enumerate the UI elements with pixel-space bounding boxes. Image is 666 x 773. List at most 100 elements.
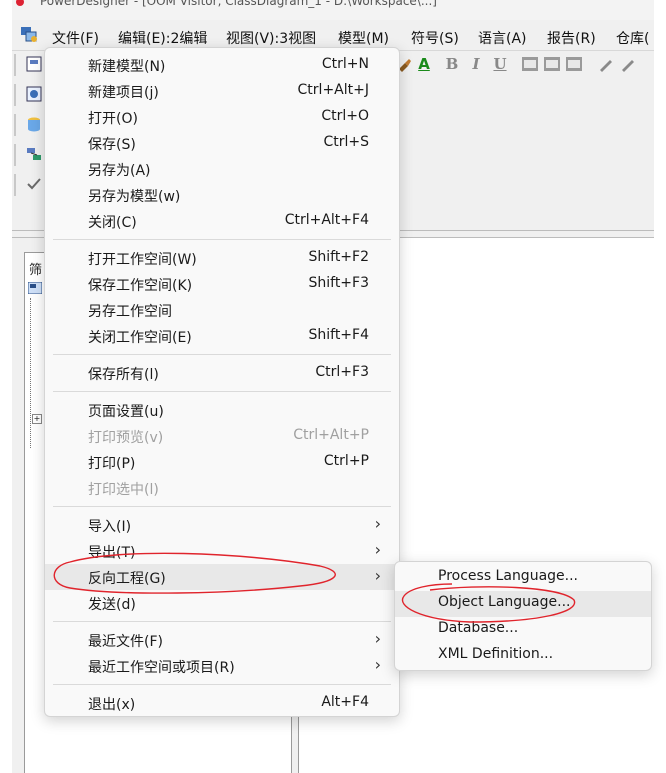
menu-item-open[interactable]: 打开(O) Ctrl+O <box>45 104 399 130</box>
tree-expand-icon[interactable]: + <box>32 414 42 424</box>
menu-separator <box>53 391 391 392</box>
menu-item-send[interactable]: 发送(d) <box>45 590 399 616</box>
italic-button[interactable]: I <box>468 56 484 72</box>
align-left-icon[interactable] <box>522 57 538 71</box>
reverse-engineering-submenu: Process Language... Object Language... D… <box>394 561 652 671</box>
menu-separator <box>53 354 391 355</box>
menu-repository[interactable]: 仓库( <box>616 28 649 48</box>
menu-item-close[interactable]: 关闭(C) Ctrl+Alt+F4 <box>45 208 399 234</box>
menu-item-label: 反向工程(G) <box>88 571 166 587</box>
tree-connector <box>30 298 32 448</box>
menu-item-label: 保存(S) <box>88 137 136 153</box>
align-right-icon[interactable] <box>566 57 582 71</box>
menu-item-label: 关闭(C) <box>88 215 137 231</box>
toolbar-strip <box>14 174 42 196</box>
database-icon[interactable] <box>26 116 42 132</box>
submenu-arrow-icon: › <box>374 540 381 559</box>
format-toolbar: A B I U <box>392 52 654 78</box>
menu-item-reverse-engineering[interactable]: 反向工程(G) › <box>45 564 399 590</box>
submenu-item-label: Process Language... <box>438 568 578 584</box>
menu-item-save-as-model[interactable]: 另存为模型(w) <box>45 182 399 208</box>
menu-item-shortcut: Ctrl+Alt+J <box>297 82 369 98</box>
menu-item-shortcut: Ctrl+N <box>321 56 369 72</box>
menu-separator <box>53 621 391 622</box>
submenu-arrow-icon: › <box>374 566 381 585</box>
menu-item-print[interactable]: 打印(P) Ctrl+P <box>45 449 399 475</box>
menu-item-save[interactable]: 保存(S) Ctrl+S <box>45 130 399 156</box>
app-dot-icon <box>16 0 24 6</box>
menu-item-page-setup[interactable]: 页面设置(u) <box>45 397 399 423</box>
menu-item-label: 打印预览(v) <box>88 430 164 446</box>
menu-item-label: 导出(T) <box>88 545 136 561</box>
menu-file[interactable]: 文件(F) <box>52 28 99 48</box>
menu-item-save-all[interactable]: 保存所有(l) Ctrl+F3 <box>45 360 399 386</box>
menu-item-new-model[interactable]: 新建模型(N) Ctrl+N <box>45 52 399 78</box>
menu-item-save-as[interactable]: 另存为(A) <box>45 156 399 182</box>
toolbar-strip <box>14 54 42 76</box>
underline-button[interactable]: U <box>492 56 508 72</box>
menu-item-shortcut: Shift+F3 <box>308 275 369 291</box>
menu-item-label: 退出(x) <box>88 697 136 713</box>
menu-item-shortcut: Ctrl+S <box>323 134 369 150</box>
palette-icon[interactable] <box>26 56 42 72</box>
menu-item-import[interactable]: 导入(I) › <box>45 512 399 538</box>
bold-button[interactable]: B <box>444 56 460 72</box>
menu-separator <box>53 684 391 685</box>
toolbar-strip <box>14 144 42 166</box>
menu-item-label: 另存为(A) <box>88 163 151 179</box>
toolbar-strip <box>14 114 42 136</box>
menu-report[interactable]: 报告(R) <box>547 28 596 48</box>
menu-item-exit[interactable]: 退出(x) Alt+F4 <box>45 690 399 716</box>
file-menu-dropdown: 新建模型(N) Ctrl+N 新建项目(j) Ctrl+Alt+J 打开(O) Ctr… <box>44 47 400 717</box>
menu-item-label: 导入(I) <box>88 519 132 535</box>
diagram-icon[interactable] <box>26 146 42 162</box>
check-model-icon[interactable] <box>26 176 42 192</box>
menu-item-close-workspace[interactable]: 关闭工作空间(E) Shift+F4 <box>45 323 399 349</box>
menu-item-print-selection: 打印选中(l) <box>45 475 399 501</box>
browser-icon[interactable] <box>26 86 42 102</box>
menu-item-shortcut: Ctrl+P <box>323 453 369 469</box>
menu-item-label: 新建项目(j) <box>88 85 159 101</box>
submenu-item-label: Object Language... <box>438 594 571 610</box>
menu-item-label: 最近文件(F) <box>88 634 163 650</box>
menu-item-label: 保存工作空间(K) <box>88 278 193 294</box>
menu-edit[interactable]: 编辑(E):2编辑 <box>118 28 207 48</box>
submenu-arrow-icon: › <box>374 655 381 674</box>
align-center-icon[interactable] <box>544 57 560 71</box>
submenu-item-object-language[interactable]: Object Language... <box>395 591 651 617</box>
menu-language[interactable]: 语言(A) <box>478 28 527 48</box>
menu-item-save-workspace-as[interactable]: 另存工作空间 <box>45 297 399 323</box>
menu-symbol[interactable]: 符号(S) <box>411 28 459 48</box>
pen-icon[interactable] <box>598 56 614 72</box>
menu-model[interactable]: 模型(M) <box>338 28 389 48</box>
menu-item-recent-workspaces[interactable]: 最近工作空间或项目(R) › <box>45 653 399 679</box>
pen-alt-icon[interactable] <box>620 56 636 72</box>
menu-item-label: 打印(P) <box>88 456 136 472</box>
menu-item-shortcut: Ctrl+F3 <box>315 364 369 380</box>
menu-item-open-workspace[interactable]: 打开工作空间(W) Shift+F2 <box>45 245 399 271</box>
menu-item-export[interactable]: 导出(T) › <box>45 538 399 564</box>
menu-item-label: 关闭工作空间(E) <box>88 330 192 346</box>
menu-item-label: 打开工作空间(W) <box>88 252 197 268</box>
menu-item-shortcut: Shift+F4 <box>308 327 369 343</box>
font-color-button[interactable]: A <box>416 56 432 72</box>
window-title: PowerDesigner - [OOM Visitor, ClassDiagr… <box>40 0 437 8</box>
menu-separator <box>53 239 391 240</box>
menu-item-label: 打开(O) <box>88 111 138 127</box>
menu-item-label: 新建模型(N) <box>88 59 166 75</box>
menu-item-label: 页面设置(u) <box>88 404 164 420</box>
app-menu-icon[interactable] <box>20 25 38 43</box>
workspace-tree-icon[interactable] <box>28 282 42 294</box>
submenu-item-xml-definition[interactable]: XML Definition... <box>395 643 651 669</box>
submenu-arrow-icon: › <box>374 629 381 648</box>
menu-item-label: 另存为模型(w) <box>88 189 181 205</box>
menu-item-save-workspace[interactable]: 保存工作空间(K) Shift+F3 <box>45 271 399 297</box>
menu-item-recent-files[interactable]: 最近文件(F) › <box>45 627 399 653</box>
menu-item-new-project[interactable]: 新建项目(j) Ctrl+Alt+J <box>45 78 399 104</box>
menu-item-shortcut: Shift+F2 <box>308 249 369 265</box>
title-bar: PowerDesigner - [OOM Visitor, ClassDiagr… <box>12 0 654 20</box>
menu-view[interactable]: 视图(V):3视图 <box>226 28 316 48</box>
submenu-item-database[interactable]: Database... <box>395 617 651 643</box>
submenu-item-process-language[interactable]: Process Language... <box>395 565 651 591</box>
menu-item-shortcut: Ctrl+Alt+P <box>293 427 369 443</box>
